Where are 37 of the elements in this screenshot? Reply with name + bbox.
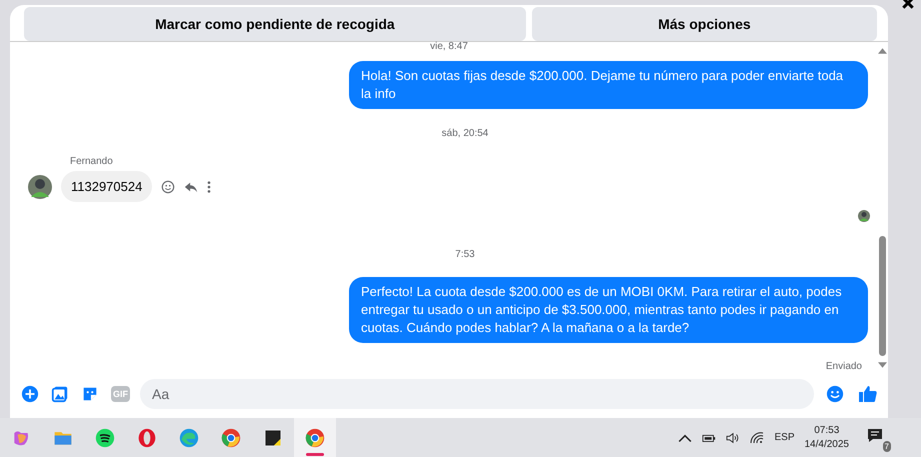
message-field[interactable]: Aa xyxy=(140,379,814,409)
header-button[interactable]: Más opciones xyxy=(532,7,877,41)
received-message: 1132970524 xyxy=(61,171,152,202)
notification-count: 7 xyxy=(882,440,891,452)
emoji-icon[interactable] xyxy=(826,385,844,403)
delivery-status: Enviado xyxy=(826,361,863,372)
speaker-icon[interactable] xyxy=(726,432,740,444)
browser-icon[interactable] xyxy=(221,428,241,448)
sender-name: Fernando xyxy=(70,156,114,167)
header-button[interactable]: Marcar como pendiente de recogida xyxy=(24,7,526,41)
scroll-up-icon[interactable] xyxy=(878,48,886,54)
sticker-icon[interactable] xyxy=(81,385,99,403)
clock-time[interactable]: 07:53 xyxy=(814,424,840,438)
scrollbar-thumb[interactable] xyxy=(878,236,886,356)
emoji-icon[interactable] xyxy=(161,180,176,194)
clock-date[interactable]: 14/4/2025 xyxy=(804,438,849,452)
thumbs-up-icon[interactable] xyxy=(858,384,878,404)
scroll-down-icon[interactable] xyxy=(878,362,886,368)
music-app-icon[interactable] xyxy=(95,428,115,448)
avatar-icon xyxy=(28,174,52,198)
language-indicator[interactable]: ESP xyxy=(774,432,794,443)
more-icon[interactable] xyxy=(207,180,212,194)
sent-message: Perfecto! La cuota desde $200.000 es de un MOBI 0KM. Para retirar el auto, podes entregar tu usado o un anticipo de $3.500.000, mientras tanto podes ir pagando en cuotas. Cuándo podes hablar? A la mañana o a la tarde? xyxy=(349,277,868,343)
timestamp: sáb, 20:54 xyxy=(442,128,488,139)
seen-avatar-icon xyxy=(858,210,870,222)
close-icon[interactable] xyxy=(900,0,916,10)
browser-icon[interactable] xyxy=(305,428,325,448)
browser-icon[interactable] xyxy=(179,428,199,448)
notification-icon[interactable] xyxy=(867,428,883,444)
timestamp: vie, 8:47 xyxy=(430,42,468,52)
timestamp: 7:53 xyxy=(455,249,475,260)
browser-icon[interactable] xyxy=(137,428,157,448)
image-icon[interactable] xyxy=(51,385,69,403)
notes-icon[interactable] xyxy=(263,428,283,448)
add-icon[interactable] xyxy=(21,385,39,403)
sent-message: Hola! Son cuotas fijas desde $200.000. Dejame tu número para poder enviarte toda la info xyxy=(349,61,868,109)
wifi-icon[interactable] xyxy=(750,432,764,444)
